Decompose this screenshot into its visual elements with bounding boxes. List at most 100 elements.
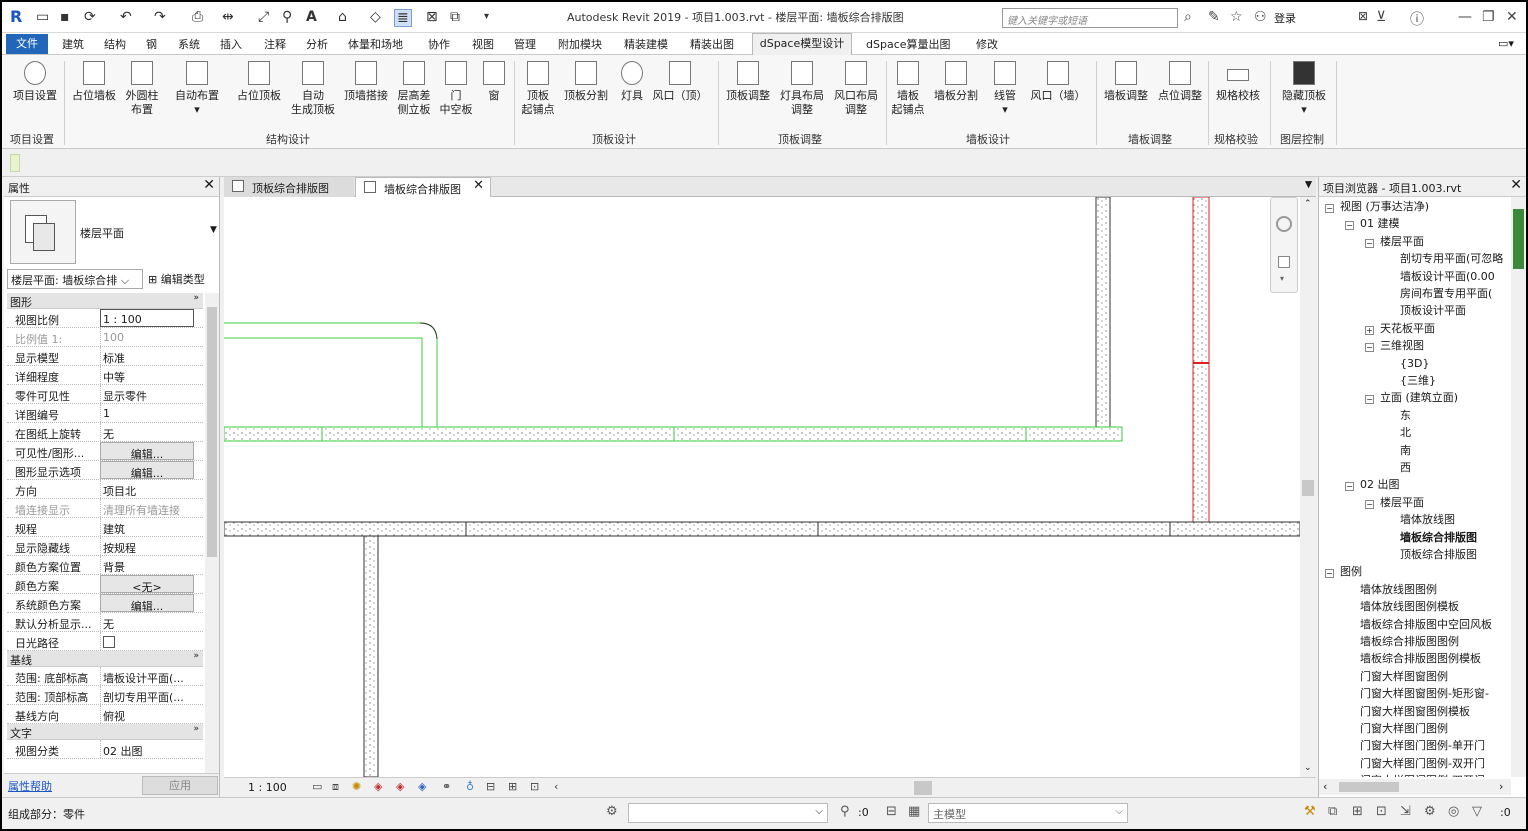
redo-icon[interactable]: ↷ [154, 9, 166, 25]
auto-layout-button[interactable]: 自动布置 ▾ [170, 61, 224, 117]
properties-help-link[interactable]: 属性帮助 [8, 778, 52, 794]
wall-start-point-button[interactable]: 墙板 起铺点 [890, 61, 926, 117]
tab-fitout-drawing[interactable]: 精装出图 [690, 36, 734, 52]
tree-item[interactable]: 墙体放线图图例模板 [1360, 598, 1459, 615]
tab-wall-layout-view[interactable]: 墙板综合排版图 ✕ [355, 177, 491, 197]
tree-item[interactable]: + 天花板平面 [1365, 320, 1435, 337]
select-by-face-icon[interactable]: ⊡ [1376, 804, 1387, 819]
thin-lines-icon[interactable]: ≣ [394, 9, 412, 27]
property-value[interactable]: <无> [100, 575, 194, 593]
property-value[interactable]: 1 : 100 [100, 309, 194, 327]
close-icon[interactable]: ✕ [203, 177, 215, 193]
scroll-right-icon[interactable]: › [1499, 780, 1503, 793]
print-icon[interactable]: ⎙ [192, 9, 203, 25]
close-icon[interactable]: ✕ [473, 178, 484, 193]
save-icon[interactable]: ▪ [60, 9, 70, 25]
3d-view-icon[interactable]: ⌂ [338, 9, 347, 25]
tab-systems[interactable]: 系统 [178, 36, 200, 52]
collapse-icon[interactable]: » [193, 651, 199, 661]
property-value[interactable]: 编辑... [100, 442, 194, 460]
wall-vent-button[interactable]: 风口（墙） [1028, 61, 1088, 103]
tab-massing[interactable]: 体量和场地 [348, 36, 403, 52]
worksharing-icon[interactable]: ⊞ [508, 780, 517, 793]
tree-item[interactable]: 墙体放线图 [1400, 511, 1455, 528]
select-pinned-icon[interactable]: ⊞ [1352, 804, 1363, 819]
scroll-down-icon[interactable]: ⌄ [1304, 763, 1312, 773]
edit-type-button[interactable]: ⊞ 编辑类型 [148, 271, 205, 287]
property-value[interactable]: 背景 [100, 556, 194, 574]
crop-view-icon[interactable]: ◈ [396, 780, 404, 793]
tab-manage[interactable]: 管理 [514, 36, 536, 52]
tab-dspace-quantity[interactable]: dSpace算量出图 [866, 36, 951, 52]
tree-item[interactable]: 西 [1400, 459, 1411, 476]
collapse-icon[interactable]: » [193, 724, 199, 734]
tree-item[interactable]: 东 [1400, 407, 1411, 424]
expand-toggle-icon[interactable]: − [1365, 343, 1374, 353]
light-fixture-button[interactable]: 灯具 [616, 61, 648, 103]
point-adjust-button[interactable]: 点位调整 [1154, 61, 1206, 103]
property-value[interactable]: 标准 [100, 347, 194, 365]
exchange-icon[interactable]: ⊠ [1358, 9, 1368, 23]
chevron-down-icon[interactable]: ▼ [210, 225, 217, 235]
detail-level-icon[interactable]: ▭ [312, 780, 322, 793]
expand-toggle-icon[interactable]: + [1365, 325, 1374, 335]
wall-adjust-button[interactable]: 墙板调整 [1100, 61, 1152, 103]
expand-toggle-icon[interactable]: − [1365, 499, 1374, 509]
tree-item[interactable]: 墙板综合排版图图例 [1360, 633, 1459, 650]
expand-toggle-icon[interactable]: − [1325, 569, 1334, 579]
tab-structure[interactable]: 结构 [104, 36, 126, 52]
tab-steel[interactable]: 钢 [146, 36, 157, 52]
tree-item[interactable]: 墙板综合排版图中空回风板 [1360, 616, 1492, 633]
properties-section-header[interactable]: 图形» [7, 293, 203, 309]
property-value[interactable]: 建筑 [100, 518, 194, 536]
property-value[interactable]: 剖切专用平面(... [100, 686, 194, 704]
select-links-icon[interactable]: ⚒ [1304, 804, 1316, 819]
tab-addins[interactable]: 附加模块 [558, 36, 602, 52]
collapse-icon[interactable]: » [193, 293, 199, 303]
tree-item[interactable]: 门窗大样图窗图例-矩形窗- [1360, 685, 1489, 702]
tree-item[interactable]: {三维} [1400, 372, 1436, 389]
tree-item[interactable]: 南 [1400, 442, 1411, 459]
property-value[interactable]: 1 [100, 404, 194, 422]
property-value[interactable]: 100 [100, 328, 194, 346]
worksets-icon[interactable]: ⚙ [606, 804, 618, 819]
wall-panel-row[interactable] [224, 426, 1123, 442]
main-model-selector[interactable]: 主模型 ⌵ [928, 803, 1128, 823]
property-value[interactable]: 无 [100, 423, 194, 441]
tree-item[interactable]: − 楼层平面 [1365, 494, 1424, 511]
property-value[interactable]: 清理所有墙连接 [100, 499, 194, 517]
ribbon-minimize-icon[interactable]: ▭▾ [1498, 37, 1514, 50]
filter-funnel-icon[interactable]: ▽ [1472, 804, 1482, 819]
ceiling-split-button[interactable]: 顶板分割 [560, 61, 612, 103]
spec-check-button[interactable]: 规格校核 [1212, 61, 1264, 103]
properties-scrollbar[interactable] [205, 293, 219, 773]
user-icon[interactable]: ⚇ [1254, 9, 1267, 25]
tree-item[interactable]: 顶板综合排版图 [1400, 546, 1477, 563]
placeholder-wall-button[interactable]: 占位墙板 [68, 61, 120, 103]
tab-file[interactable]: 文件 [6, 34, 48, 54]
sun-path-icon[interactable]: ✺ [352, 780, 361, 793]
expand-toggle-icon[interactable]: − [1365, 238, 1374, 248]
placeholder-ceiling-button[interactable]: 占位顶板 [232, 61, 286, 103]
revit-logo-icon[interactable]: R [10, 9, 22, 25]
tab-dspace-model[interactable]: dSpace模型设计 [752, 33, 852, 55]
binoculars-icon[interactable]: ⌕ [1184, 9, 1192, 25]
workset-selector[interactable]: ⌵ [628, 803, 828, 823]
switch-windows-icon[interactable]: ⧉ [450, 9, 460, 25]
tree-item[interactable]: 房间布置专用平面( [1400, 285, 1492, 302]
chevron-down-icon[interactable]: ▾ [1280, 274, 1284, 283]
tree-item[interactable]: −02 出图 [1345, 476, 1400, 493]
tree-item[interactable]: 剖切专用平面(可忽略 [1400, 250, 1503, 267]
view-instance-selector[interactable]: 楼层平面: 墙板综合排 ⌵ [7, 269, 143, 289]
drawing-canvas[interactable]: ▾ [224, 197, 1300, 777]
tree-item[interactable]: 北 [1400, 424, 1411, 441]
property-value[interactable]: 02 出图 [100, 740, 194, 758]
close-icon[interactable]: ✕ [1510, 177, 1522, 193]
tree-item[interactable]: {3D} [1400, 355, 1429, 372]
tab-analyze[interactable]: 分析 [306, 36, 328, 52]
property-value[interactable]: 编辑... [100, 461, 194, 479]
tab-fitout-modeling[interactable]: 精装建模 [624, 36, 668, 52]
tree-item[interactable]: 墙板设计平面(0.00 [1400, 268, 1495, 285]
steering-wheel-icon[interactable] [1276, 216, 1292, 232]
tag-icon[interactable]: ⚲ [282, 9, 292, 25]
